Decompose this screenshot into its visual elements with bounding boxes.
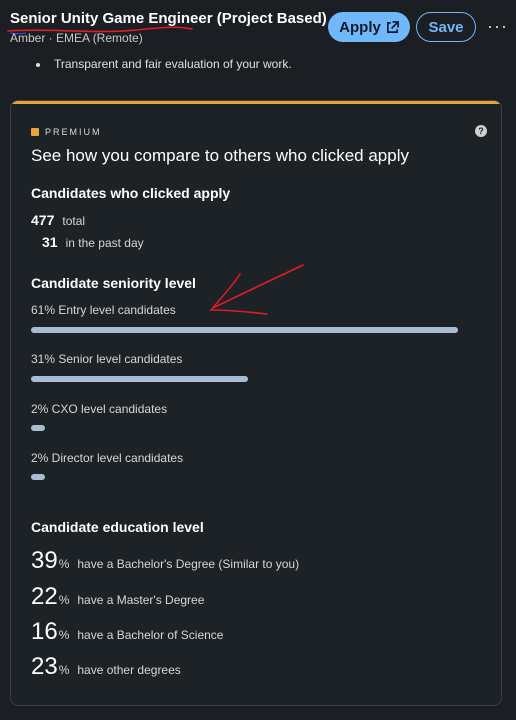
education-value: 23 bbox=[31, 653, 58, 680]
total-label: total bbox=[62, 214, 86, 228]
education-label: have a Bachelor of Science bbox=[77, 628, 224, 642]
education-row: 22% have a Master's Degree bbox=[31, 583, 204, 611]
education-row: 39% have a Bachelor's Degree (Similar to… bbox=[31, 547, 299, 575]
card-accent-bar bbox=[11, 101, 501, 104]
education-value: 22 bbox=[31, 583, 58, 610]
education-percent-sign: % bbox=[58, 628, 70, 642]
save-label: Save bbox=[428, 18, 464, 36]
applicants-heading: Candidates who clicked apply bbox=[31, 185, 231, 201]
past-day-applicants: 31 in the past day bbox=[42, 234, 144, 250]
total-applicants: 477 total bbox=[31, 212, 85, 228]
help-icon[interactable]: ? bbox=[475, 125, 487, 137]
seniority-label-director: 2% Director level candidates bbox=[31, 451, 184, 465]
past-day-label: in the past day bbox=[65, 236, 144, 250]
bullet-dot bbox=[36, 63, 40, 67]
job-company-location: Amber · EMEA (Remote) bbox=[10, 31, 143, 45]
external-link-icon bbox=[386, 20, 399, 33]
red-arrow-annotation bbox=[209, 264, 304, 315]
premium-insights-card: PREMIUM ? See how you compare to others … bbox=[10, 100, 502, 706]
education-percent-sign: % bbox=[58, 557, 70, 571]
job-title-suffix: (Project Based) bbox=[212, 10, 327, 27]
education-heading: Candidate education level bbox=[31, 519, 204, 535]
card-heading: See how you compare to others who clicke… bbox=[31, 146, 409, 165]
education-label: have a Bachelor's Degree (Similar to you… bbox=[77, 557, 300, 571]
seniority-heading: Candidate seniority level bbox=[31, 275, 196, 291]
premium-badge: PREMIUM bbox=[31, 127, 102, 137]
past-day-value: 31 bbox=[42, 234, 58, 250]
apply-label: Apply bbox=[339, 18, 381, 36]
education-label: have a Master's Degree bbox=[77, 593, 205, 607]
description-bullet: Transparent and fair evaluation of your … bbox=[54, 57, 292, 71]
seniority-bar-cxo bbox=[31, 425, 45, 431]
education-value: 16 bbox=[31, 618, 58, 645]
education-row: 23% have other degrees bbox=[31, 653, 181, 681]
seniority-label-entry: 61% Entry level candidates bbox=[31, 303, 176, 317]
seniority-bar-entry bbox=[31, 327, 458, 333]
seniority-bar-director bbox=[31, 474, 45, 480]
seniority-bar-senior bbox=[31, 376, 248, 382]
save-button[interactable]: Save bbox=[416, 12, 476, 42]
education-label: have other degrees bbox=[77, 663, 181, 677]
education-percent-sign: % bbox=[58, 593, 70, 607]
job-header: Senior Unity Game Engineer (Project Base… bbox=[0, 0, 516, 56]
apply-button[interactable]: Apply bbox=[328, 12, 410, 42]
education-percent-sign: % bbox=[58, 663, 70, 677]
more-options-icon[interactable]: ··· bbox=[487, 16, 508, 37]
education-value: 39 bbox=[31, 547, 58, 574]
seniority-label-cxo: 2% CXO level candidates bbox=[31, 402, 168, 416]
seniority-label-senior: 31% Senior level candidates bbox=[31, 352, 183, 366]
education-row: 16% have a Bachelor of Science bbox=[31, 618, 223, 646]
total-value: 477 bbox=[31, 212, 55, 228]
premium-label: PREMIUM bbox=[45, 127, 102, 137]
premium-icon bbox=[31, 128, 39, 136]
